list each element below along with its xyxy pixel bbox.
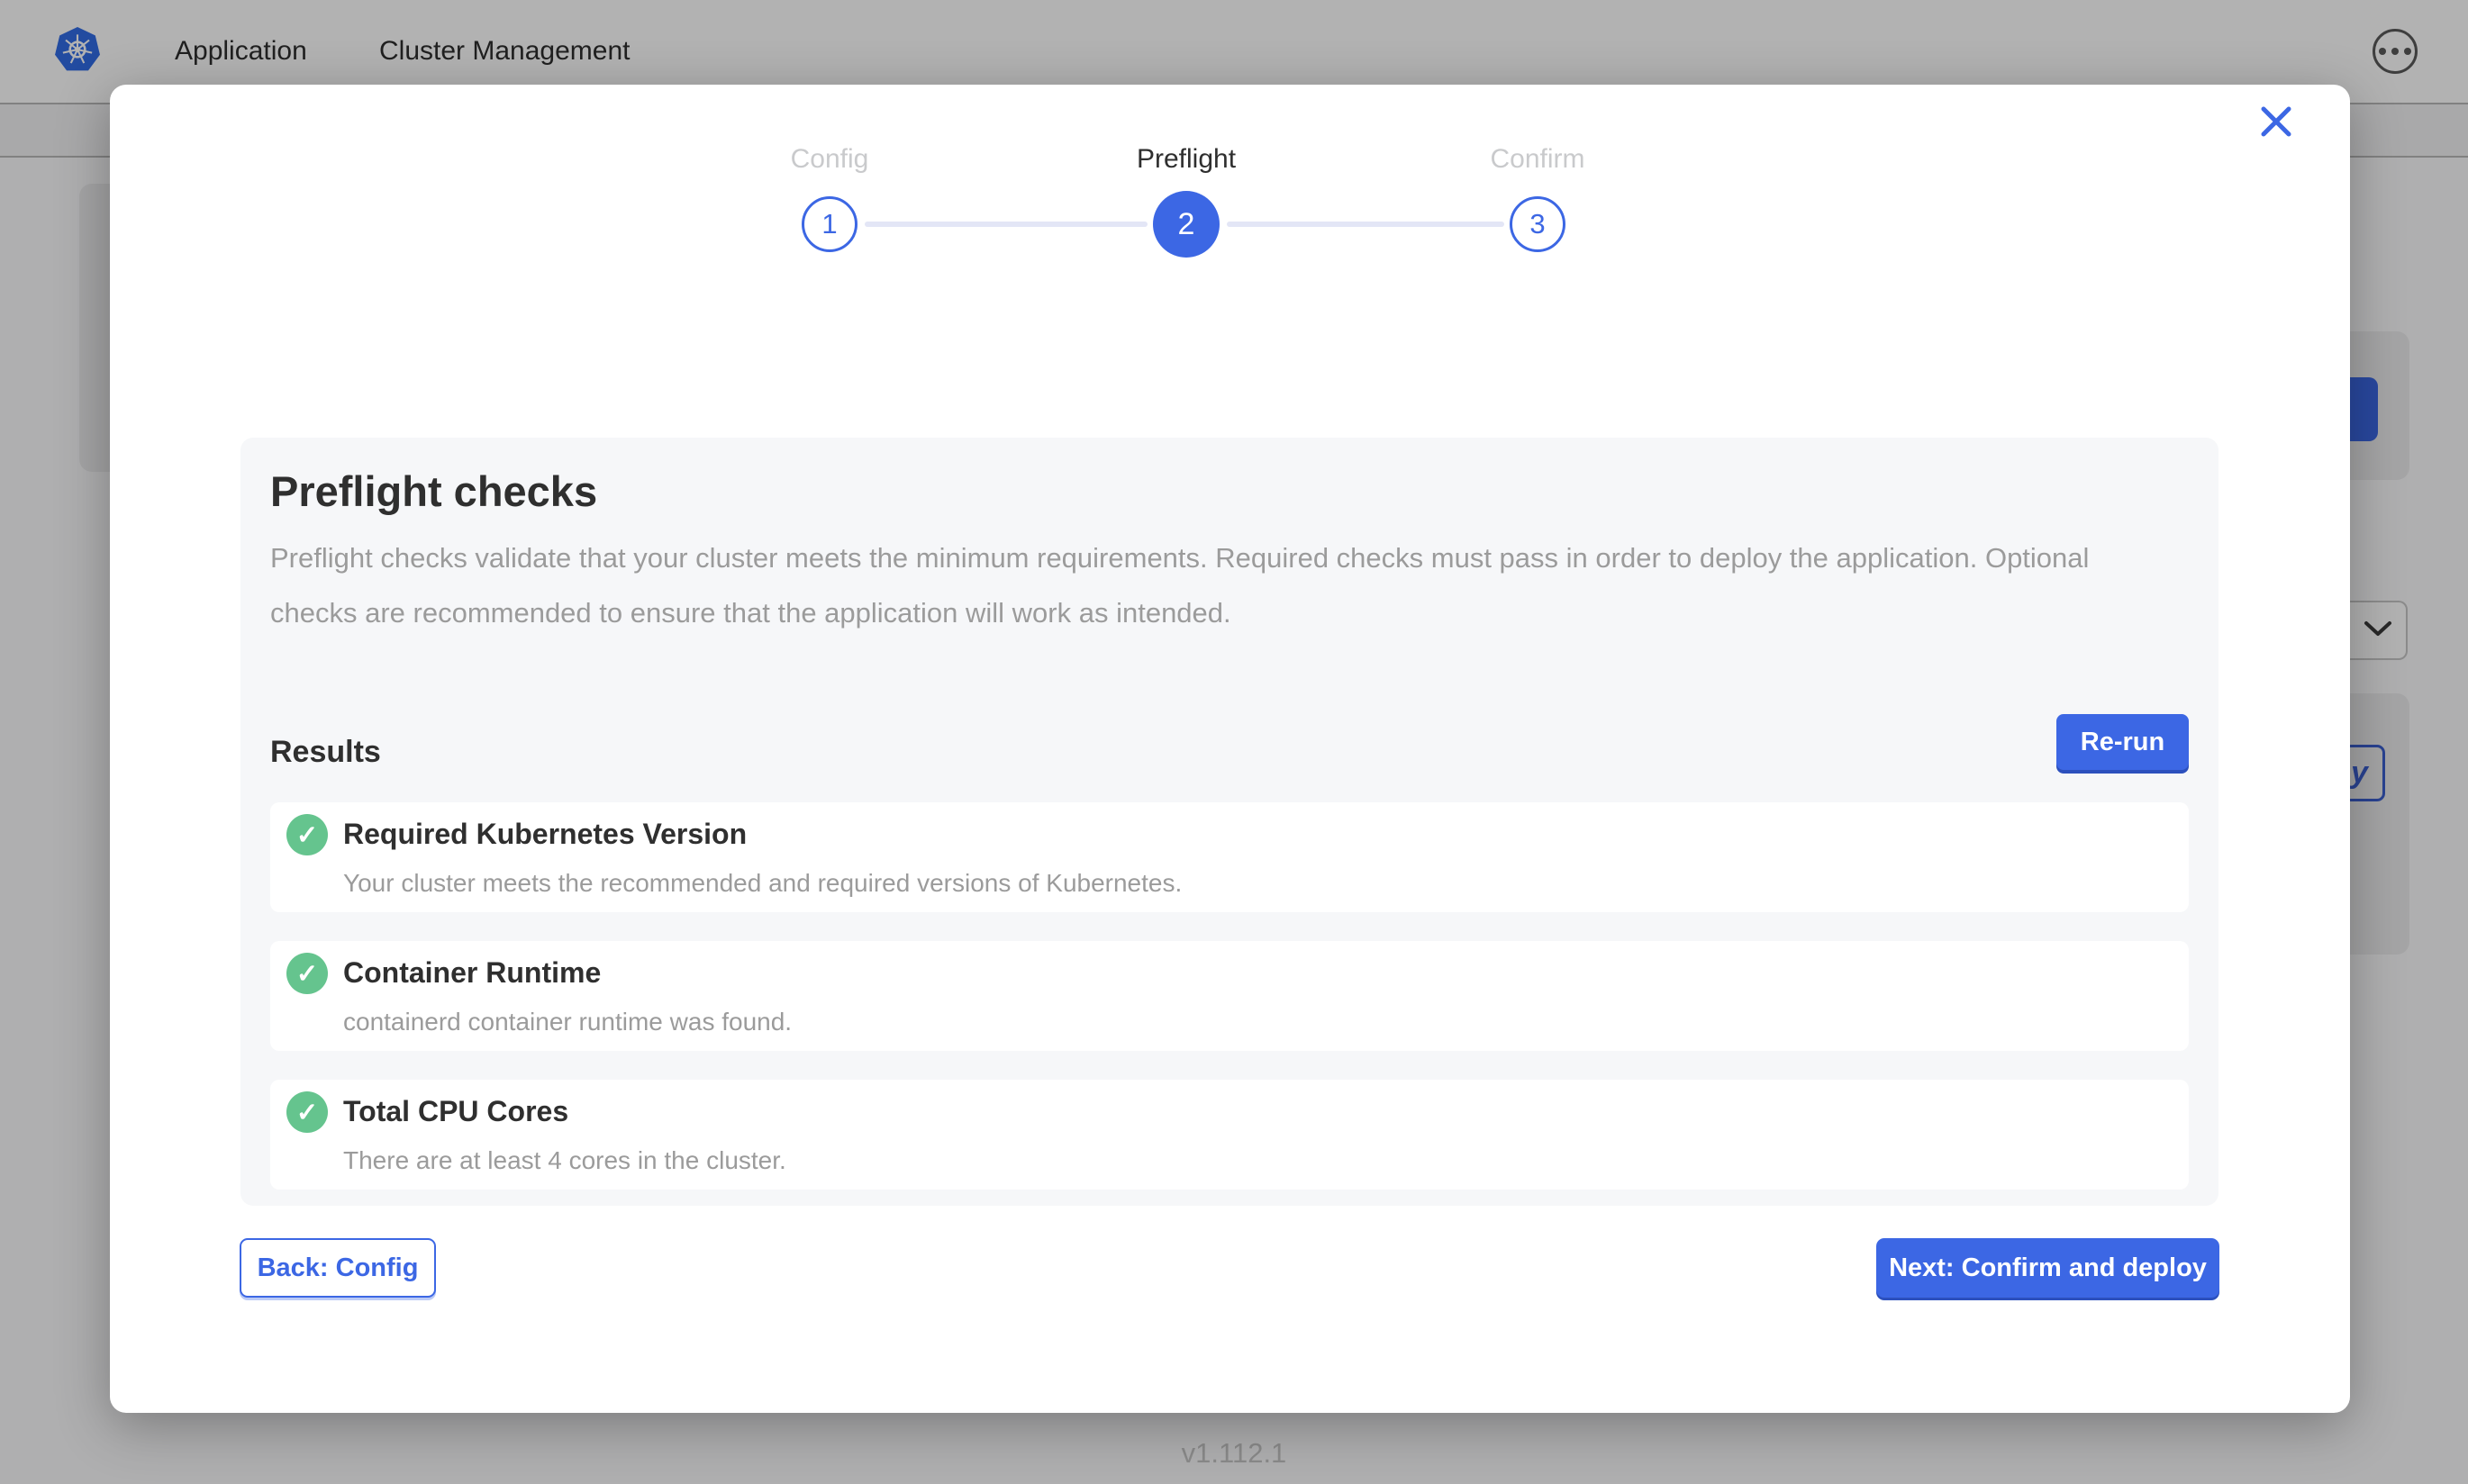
check-title: Container Runtime <box>343 956 601 990</box>
page-title: Preflight checks <box>270 466 2189 516</box>
preflight-description: Preflight checks validate that your clus… <box>270 530 2135 640</box>
check-message: containerd container runtime was found. <box>343 1008 792 1036</box>
check-pass-icon: ✓ <box>286 814 328 855</box>
next-confirm-deploy-button[interactable]: Next: Confirm and deploy <box>1876 1238 2219 1298</box>
check-result-row: ✓ Required Kubernetes Version Your clust… <box>270 802 2189 912</box>
step-circle-1[interactable]: 1 <box>802 196 857 252</box>
check-message: Your cluster meets the recommended and r… <box>343 869 1182 898</box>
step-circle-3[interactable]: 3 <box>1510 196 1565 252</box>
check-title: Required Kubernetes Version <box>343 818 747 851</box>
check-result-row: ✓ Total CPU Cores There are at least 4 c… <box>270 1080 2189 1190</box>
back-config-button[interactable]: Back: Config <box>240 1238 436 1298</box>
check-pass-icon: ✓ <box>286 1091 328 1133</box>
rerun-button[interactable]: Re-run <box>2056 714 2189 770</box>
results-heading: Results <box>270 735 381 770</box>
close-button[interactable] <box>2253 99 2300 146</box>
step-label-preflight: Preflight <box>1042 144 1330 175</box>
step-circle-2-active[interactable]: 2 <box>1153 191 1220 258</box>
check-title: Total CPU Cores <box>343 1095 568 1128</box>
check-message: There are at least 4 cores in the cluste… <box>343 1146 786 1175</box>
stepper-connector <box>865 222 1148 227</box>
preflight-modal: Config Preflight Confirm 1 2 3 Preflight… <box>110 85 2350 1413</box>
close-icon <box>2259 104 2293 141</box>
check-pass-icon: ✓ <box>286 953 328 994</box>
step-label-config: Config <box>685 144 974 175</box>
results-header-row: Results Re-run <box>270 714 2189 770</box>
step-label-confirm: Confirm <box>1393 144 1682 175</box>
preflight-panel: Preflight checks Preflight checks valida… <box>240 438 2218 1206</box>
stepper-connector <box>1227 222 1504 227</box>
check-result-row: ✓ Container Runtime containerd container… <box>270 941 2189 1051</box>
